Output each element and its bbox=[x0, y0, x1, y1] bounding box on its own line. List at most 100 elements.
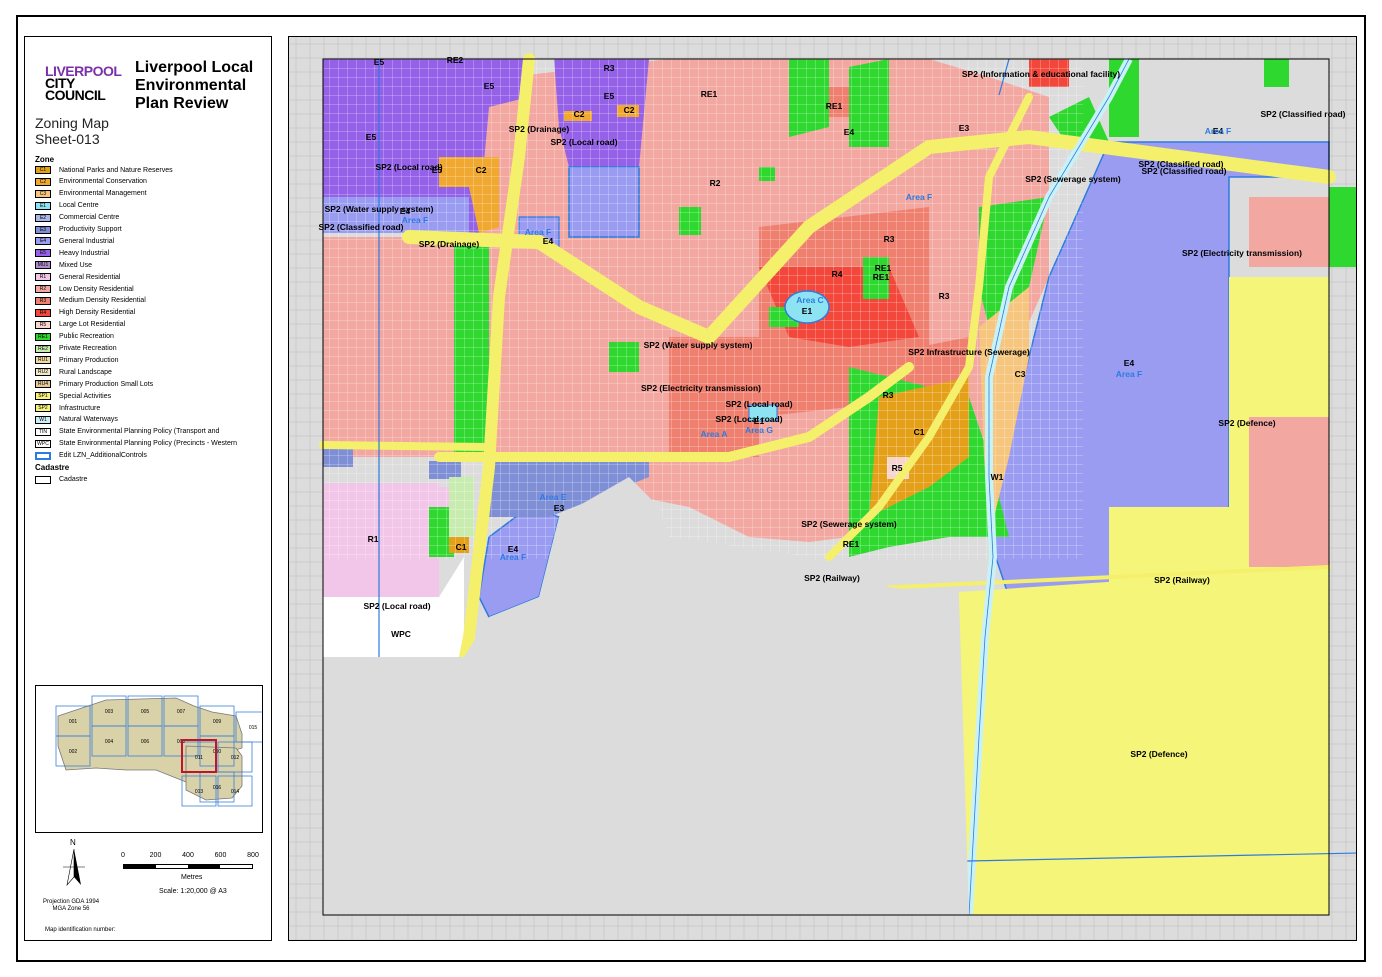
legend-item-r2: R2 Low Density Residential bbox=[35, 284, 134, 294]
legend-swatch: W1 bbox=[35, 415, 51, 424]
inset-sheet-number: 010 bbox=[213, 749, 222, 755]
legend-item-c2: C2 Environmental Conservation bbox=[35, 177, 147, 187]
zone-label: WPC bbox=[391, 629, 411, 639]
zone-label: R5 bbox=[892, 463, 903, 473]
legend-item-c1: C1 National Parks and Nature Reserves bbox=[35, 165, 173, 175]
zone-sp2-defence-south[interactable] bbox=[959, 567, 1329, 915]
zone-r2-southeast[interactable] bbox=[1249, 417, 1329, 567]
council-logo: LIVERPOOL CITY COUNCIL bbox=[45, 64, 125, 102]
legend-swatch: SP2 bbox=[35, 404, 51, 412]
legend-swatch: E4 bbox=[35, 237, 51, 246]
zone-label: Area F bbox=[1116, 369, 1142, 379]
legend-item-re1: RE1 Public Recreation bbox=[35, 332, 114, 342]
legend-label: High Density Residential bbox=[59, 309, 136, 317]
legend-swatch: RE2 bbox=[35, 344, 51, 353]
zone-label: R3 bbox=[883, 390, 894, 400]
zone-label: SP2 (Information & educational facility) bbox=[962, 69, 1120, 79]
legend-item-e5: E5 Heavy Industrial bbox=[35, 248, 109, 258]
legend-item-wpc: WPC State Environmental Planning Policy (… bbox=[35, 439, 237, 449]
zone-label: C2 bbox=[574, 109, 585, 119]
zone-label: SP2 (Electricity transmission) bbox=[1182, 248, 1302, 258]
zone-label: SP2 (Classified road) bbox=[1141, 166, 1226, 176]
legend-label: Public Recreation bbox=[59, 333, 114, 341]
scale-tick-label: 200 bbox=[149, 852, 162, 859]
legend-item-r1: R1 General Residential bbox=[35, 272, 120, 282]
legend-label: Primary Production bbox=[59, 356, 119, 364]
inset-sheet-number: 013 bbox=[195, 789, 204, 795]
legend-label: Primary Production Small Lots bbox=[59, 380, 154, 388]
zone-label: RE1 bbox=[701, 89, 718, 99]
inset-sheet-number: 004 bbox=[105, 739, 114, 745]
zone-label: E1 bbox=[802, 306, 813, 316]
inset-sheet-number: 015 bbox=[249, 725, 258, 731]
legend-cadastre-heading: Cadastre bbox=[35, 462, 70, 472]
zone-label: Area C bbox=[796, 295, 823, 305]
zone-label: E3 bbox=[959, 123, 970, 133]
legend-swatch: C2 bbox=[35, 177, 51, 186]
zone-label: Area F bbox=[1205, 126, 1231, 136]
scale-tick-label: 800 bbox=[247, 852, 259, 859]
zone-label: Area F bbox=[906, 192, 932, 202]
zone-label: RE1 bbox=[875, 263, 892, 273]
zone-label: Area F bbox=[402, 215, 428, 225]
legend-label: State Environmental Planning Policy (Tra… bbox=[59, 428, 220, 436]
legend-label: Infrastructure bbox=[59, 404, 101, 412]
legend-swatch: E3 bbox=[35, 225, 51, 234]
zone-label: SP2 (Water supply system) bbox=[644, 340, 753, 350]
legend-label: Productivity Support bbox=[59, 226, 122, 233]
scale-tick-label: 400 bbox=[182, 852, 194, 859]
plan-title: Liverpool Local Environmental Plan Revie… bbox=[135, 59, 254, 112]
zone-label: C3 bbox=[1015, 369, 1026, 379]
legend-label: Commercial Centre bbox=[59, 214, 120, 222]
zone-label: C2 bbox=[624, 105, 635, 115]
zoning-map[interactable]: E5 RE2 E5 E5 C2 C2 SP2 (Drainage) SP2 (Local ro… bbox=[288, 36, 1357, 941]
inset-sheet-number: 012 bbox=[231, 755, 240, 761]
zone-label: SP2 (Classified road) bbox=[318, 222, 403, 232]
zone-label: R3 bbox=[604, 63, 615, 73]
legend-label: Low Density Residential bbox=[59, 285, 134, 293]
zone-label: R4 bbox=[832, 269, 843, 279]
inset-sheet-number: 014 bbox=[231, 789, 240, 795]
legend-swatch: RU4 bbox=[35, 380, 51, 389]
legend-item-ru1: RU1 Primary Production bbox=[35, 355, 119, 365]
inset-sheet-number: 002 bbox=[69, 749, 78, 755]
zone-label: SP2 (Local road) bbox=[363, 601, 430, 611]
zone-label: SP2 (Classified road) bbox=[1260, 109, 1345, 119]
legend-label: Mixed Use bbox=[59, 261, 93, 269]
legend-swatch: E2 bbox=[35, 213, 51, 222]
zone-label: C1 bbox=[914, 427, 925, 437]
legend-label: Private Recreation bbox=[59, 345, 117, 352]
legend-swatch bbox=[35, 451, 51, 460]
zone-label: C1 bbox=[456, 542, 467, 552]
zone-label: Area G bbox=[745, 425, 773, 435]
legend-panel: LIVERPOOL CITY COUNCIL Liverpool Local E… bbox=[24, 36, 272, 941]
legend-item-ru4: RU4 Primary Production Small Lots bbox=[35, 379, 153, 389]
legend-swatch: R4 bbox=[35, 308, 51, 317]
legend-item-additional-controls: Edit LZN_AdditionalControls bbox=[35, 451, 147, 461]
zoning-map-svg[interactable]: E5 RE2 E5 E5 C2 C2 SP2 (Drainage) SP2 (Local ro… bbox=[289, 37, 1357, 941]
legend-label: National Parks and Nature Reserves bbox=[59, 166, 173, 174]
inset-sheet-number: 005 bbox=[141, 709, 150, 715]
legend-item-tin: TIN State Environmental Planning Policy (… bbox=[35, 427, 219, 437]
zone-label: Area F bbox=[500, 552, 526, 562]
legend-label: Cadastre bbox=[59, 476, 88, 484]
north-arrow: N bbox=[59, 837, 89, 894]
projection-note: Projection GDA 1994 MGA Zone 56 bbox=[43, 899, 99, 913]
scale-text: Scale: 1:20,000 @ A3 bbox=[159, 888, 227, 895]
map-id-label: Map identification number: bbox=[45, 927, 116, 933]
inset-sheet-number: 009 bbox=[213, 719, 222, 725]
zone-label: E3 bbox=[554, 503, 565, 513]
zone-label: SP2 (Local road) bbox=[725, 399, 792, 409]
legend-item-e2: E2 Commercial Centre bbox=[35, 213, 119, 223]
zone-label: E5 bbox=[366, 132, 377, 142]
legend-label: Natural Waterways bbox=[59, 416, 118, 424]
zone-label: RE2 bbox=[447, 55, 464, 65]
inset-sheet-number: 007 bbox=[177, 709, 186, 715]
legend-swatch: TIN bbox=[35, 427, 51, 436]
lot-hatch-overlay bbox=[323, 59, 1083, 559]
zone-label: E5 bbox=[374, 57, 385, 67]
legend-label: General Residential bbox=[59, 273, 121, 281]
zone-label: SP2 (Railway) bbox=[1154, 575, 1210, 585]
legend-label: Edit LZN_AdditionalControls bbox=[59, 452, 147, 460]
inset-sheet-number: 003 bbox=[105, 709, 114, 715]
